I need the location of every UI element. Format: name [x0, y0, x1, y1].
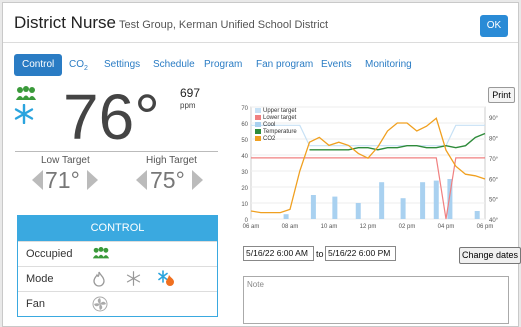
y-right-tick-label: 90°	[489, 116, 499, 122]
low-target-decrease-arrow[interactable]	[32, 170, 43, 190]
high-target-label: High Target	[146, 155, 197, 166]
y-left-tick-label: 60	[241, 122, 248, 128]
legend-swatch	[255, 122, 261, 127]
control-row-occupied: Occupied	[18, 241, 217, 266]
y-left-tick-label: 40	[241, 154, 248, 160]
y-right-tick-label: 50°	[489, 198, 499, 204]
tab-control[interactable]: Control	[14, 54, 63, 76]
heat-icon[interactable]	[92, 271, 106, 287]
y-right-tick-label: 80°	[489, 137, 499, 143]
note-textarea[interactable]: Note	[243, 276, 509, 324]
legend-swatch	[255, 108, 261, 113]
tab-schedule[interactable]: Schedule	[153, 54, 195, 76]
co2-value: 697	[180, 86, 201, 100]
control-panel-title: CONTROL	[18, 216, 217, 241]
occupied-icon[interactable]	[92, 247, 110, 260]
change-dates-button[interactable]: Change dates	[459, 247, 521, 264]
mode-label: Mode	[26, 273, 54, 285]
auto-icon[interactable]	[158, 270, 175, 287]
dialog-header: District Nurse Test Group, Kerman Unified…	[3, 3, 518, 43]
title-text: District Nurse	[14, 13, 117, 32]
x-tick-label: 10 am	[321, 224, 338, 230]
y-left-tick-label: 10	[241, 202, 248, 208]
legend-swatch	[255, 129, 261, 134]
low-target-increase-arrow[interactable]	[87, 170, 98, 190]
x-tick-label: 06 pm	[477, 224, 494, 230]
co2-unit: ppm	[180, 101, 196, 110]
cool-bar	[332, 196, 338, 219]
legend-swatch	[255, 136, 261, 141]
control-panel: CONTROL Occupied Mode Fan	[17, 215, 218, 317]
cool-bar	[474, 211, 480, 219]
cool-icon[interactable]	[126, 271, 141, 286]
date-from-input[interactable]: 5/16/22 6:00 AM	[243, 246, 314, 261]
control-row-mode: Mode	[18, 266, 217, 291]
ok-button[interactable]: OK	[480, 15, 508, 37]
cool-bar	[355, 203, 361, 219]
legend-label: CO2	[263, 136, 276, 142]
current-temperature: 76°	[63, 81, 160, 153]
occupied-status-icon	[16, 86, 36, 100]
y-right-tick-label: 60°	[489, 177, 499, 183]
tab-fan-program[interactable]: Fan program	[256, 54, 313, 76]
control-row-fan: Fan	[18, 291, 217, 316]
divider	[15, 151, 218, 152]
y-left-tick-label: 30	[241, 170, 248, 176]
cooling-snowflake-icon	[14, 104, 34, 124]
history-chart: 01020304050607040°50°60°70°80°90°06 am 08…	[241, 106, 499, 230]
cool-bar	[379, 182, 385, 219]
low-target-label: Low Target	[41, 155, 90, 166]
y-left-tick-label: 20	[241, 186, 248, 192]
tab-co2[interactable]: CO2	[69, 54, 88, 76]
x-tick-label: 02 pm	[399, 224, 416, 230]
x-tick-label: 08 am	[282, 224, 299, 230]
tab-events[interactable]: Events	[321, 54, 352, 76]
y-left-tick-label: 70	[241, 106, 248, 112]
fan-icon[interactable]	[92, 296, 108, 312]
dialog: District Nurse Test Group, Kerman Unified…	[2, 2, 521, 327]
legend-label: Temperature	[263, 129, 297, 135]
subtitle: Test Group, Kerman Unified School Distri…	[119, 19, 329, 31]
legend-label: Lower target	[263, 115, 297, 121]
high-target-value: 75°	[150, 167, 185, 193]
y-left-tick-label: 50	[241, 138, 248, 144]
high-target-increase-arrow[interactable]	[192, 170, 203, 190]
occupied-label: Occupied	[26, 248, 73, 260]
cool-bar	[433, 180, 439, 219]
x-tick-label: 12 pm	[360, 224, 377, 230]
legend-label: Cool	[263, 122, 275, 128]
low-target-value: 71°	[45, 167, 80, 193]
high-target-decrease-arrow[interactable]	[136, 170, 147, 190]
cool-bar	[310, 195, 316, 219]
x-tick-label: 04 pm	[438, 224, 455, 230]
cool-bar	[420, 182, 426, 219]
fan-label: Fan	[26, 298, 45, 310]
tab-monitoring[interactable]: Monitoring	[365, 54, 412, 76]
x-tick-label: 06 am	[243, 224, 260, 230]
legend-label: Upper target	[263, 108, 297, 114]
date-to-input[interactable]: 5/16/22 6:00 PM	[325, 246, 396, 261]
cool-bar	[400, 198, 406, 219]
date-to-label: to	[316, 249, 324, 259]
tab-co2-subscript: 2	[84, 65, 88, 72]
tab-program[interactable]: Program	[204, 54, 242, 76]
legend-swatch	[255, 115, 261, 120]
tab-co2-label: CO	[69, 59, 84, 70]
y-right-tick-label: 70°	[489, 157, 499, 163]
page-title: District Nurse Test Group, Kerman Unified…	[14, 13, 328, 33]
cool-bar	[283, 214, 289, 219]
tab-settings[interactable]: Settings	[104, 54, 140, 76]
